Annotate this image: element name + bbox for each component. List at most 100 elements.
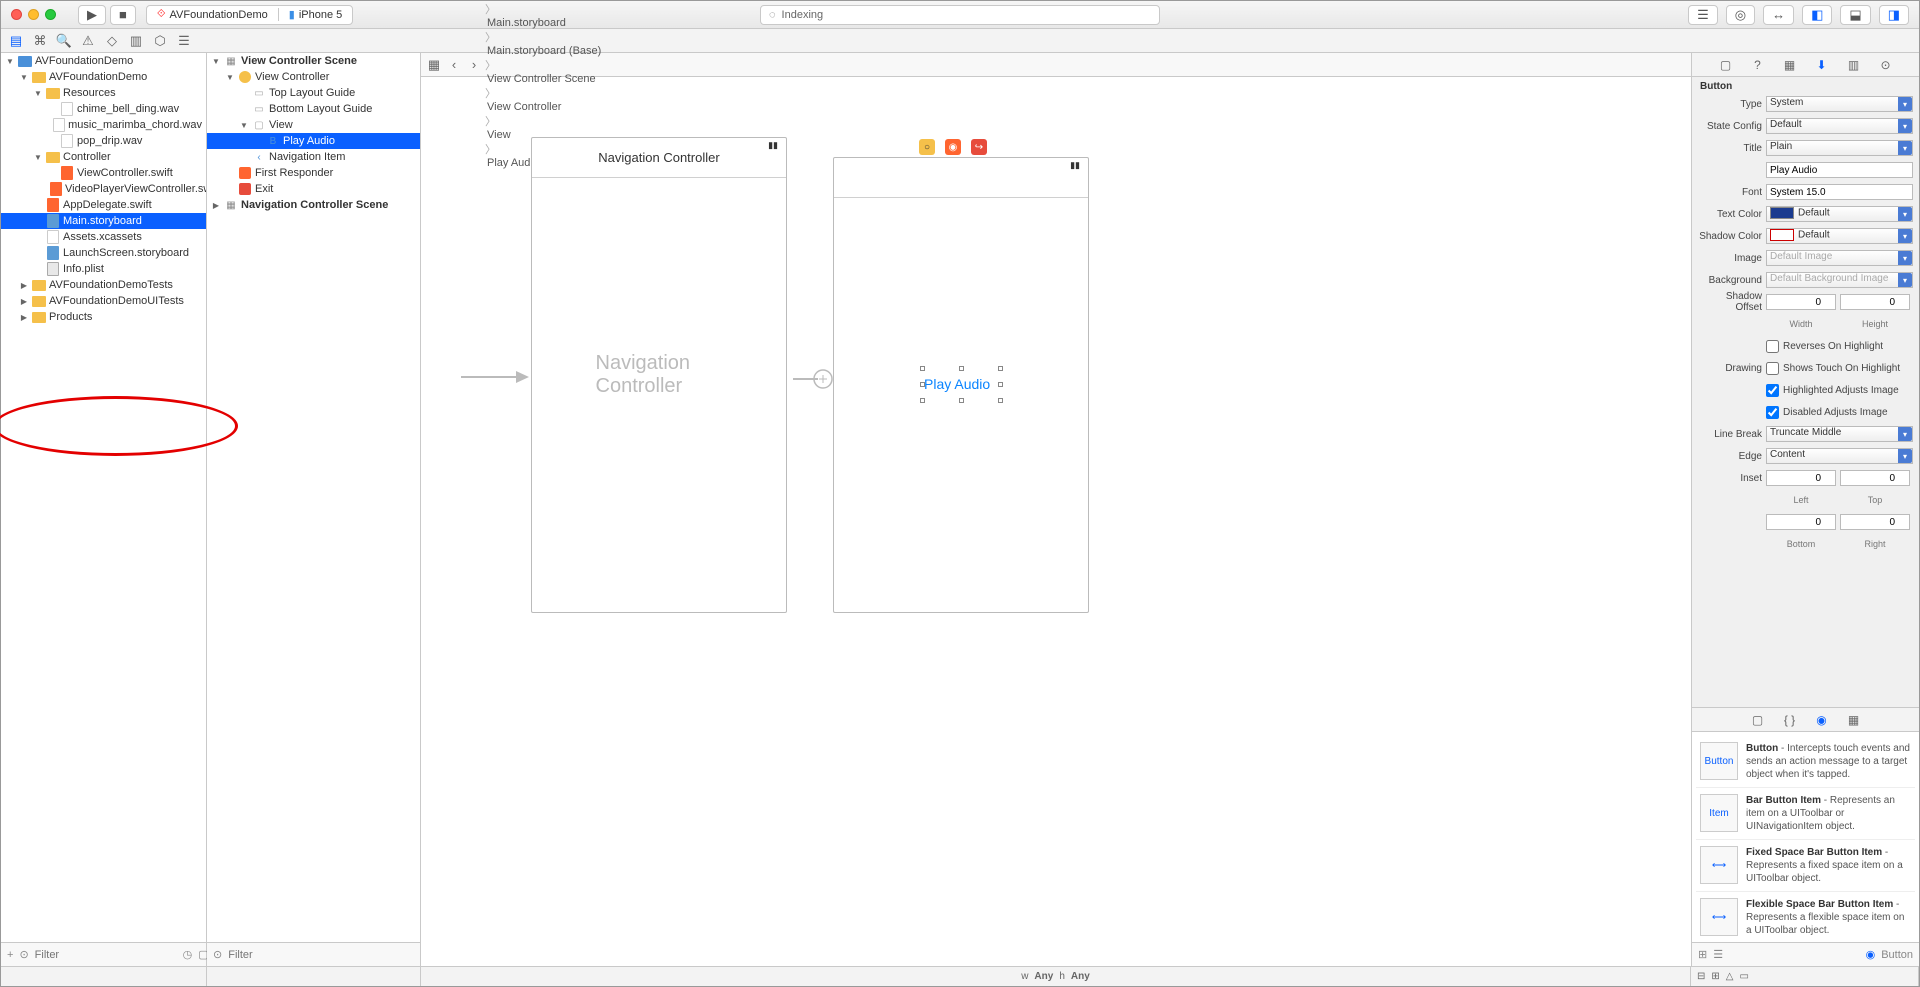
disclosure-icon[interactable]: ▶: [211, 201, 221, 210]
file-inspector-icon[interactable]: ▢: [1717, 56, 1735, 74]
tree-row[interactable]: First Responder: [207, 165, 420, 181]
storyboard-canvas[interactable]: ▮▮ Navigation Controller Navigation Cont…: [421, 77, 1691, 966]
reverses-check[interactable]: [1766, 340, 1779, 353]
test-nav-icon[interactable]: ◇: [103, 32, 121, 50]
editor-standard-button[interactable]: ☰: [1688, 5, 1718, 25]
image-select[interactable]: Default Image: [1766, 250, 1913, 266]
tree-row[interactable]: ▶AVFoundationDemoTests: [1, 277, 206, 293]
tree-row[interactable]: ▭Bottom Layout Guide: [207, 101, 420, 117]
tree-row[interactable]: ▼Resources: [1, 85, 206, 101]
tree-row[interactable]: VideoPlayerViewController.swift: [1, 181, 206, 197]
grid-view-icon[interactable]: ⊞: [1698, 948, 1707, 961]
recent-icon[interactable]: ◷: [183, 948, 193, 961]
shadowcolor-select[interactable]: Default: [1766, 228, 1913, 244]
scheme-selector[interactable]: ⟐AVFoundationDemo ▮iPhone 5: [146, 5, 353, 25]
object-library-icon[interactable]: ◉: [1813, 711, 1831, 729]
media-library-icon[interactable]: ▦: [1845, 711, 1863, 729]
edge-select[interactable]: Content: [1766, 448, 1913, 464]
run-button[interactable]: ▶: [78, 5, 106, 25]
list-view-icon[interactable]: ☰: [1713, 948, 1723, 961]
navigation-controller-scene[interactable]: ▮▮ Navigation Controller Navigation Cont…: [531, 137, 787, 613]
library-item[interactable]: ItemBar Button Item - Represents an item…: [1696, 788, 1915, 840]
view-controller-icon[interactable]: ○: [919, 139, 935, 155]
disclosure-icon[interactable]: ▼: [5, 57, 15, 66]
file-template-icon[interactable]: ▢: [1749, 711, 1767, 729]
inset-bottom-input[interactable]: [1766, 514, 1836, 530]
identity-inspector-icon[interactable]: ▦: [1781, 56, 1799, 74]
stop-button[interactable]: ■: [110, 5, 136, 25]
panel-left-button[interactable]: ◧: [1802, 5, 1832, 25]
selection-handle[interactable]: [998, 398, 1003, 403]
pin-icon[interactable]: ⊞: [1711, 971, 1719, 982]
view-controller-scene[interactable]: ▮▮ Play Audio: [833, 157, 1089, 613]
add-icon[interactable]: +: [7, 949, 13, 961]
linebreak-select[interactable]: Truncate Middle: [1766, 426, 1913, 442]
tree-row[interactable]: ▼AVFoundationDemo: [1, 53, 206, 69]
textcolor-select[interactable]: Default: [1766, 206, 1913, 222]
shadow-height-input[interactable]: [1840, 294, 1910, 310]
tree-row[interactable]: ‹Navigation Item: [207, 149, 420, 165]
inset-left-input[interactable]: [1766, 470, 1836, 486]
tree-row[interactable]: LaunchScreen.storyboard: [1, 245, 206, 261]
symbol-nav-icon[interactable]: ⌘: [31, 32, 49, 50]
size-inspector-icon[interactable]: ▥: [1845, 56, 1863, 74]
panel-bottom-button[interactable]: ⬓: [1840, 5, 1870, 25]
disclosure-icon[interactable]: ▼: [19, 73, 29, 82]
state-select[interactable]: Default: [1766, 118, 1913, 134]
tree-row[interactable]: ▭Top Layout Guide: [207, 85, 420, 101]
library-item[interactable]: ⟷Flexible Space Bar Button Item - Repres…: [1696, 892, 1915, 942]
tree-row[interactable]: ViewController.swift: [1, 165, 206, 181]
resolve-icon[interactable]: △: [1726, 971, 1734, 982]
scene-dock[interactable]: ○ ◉ ↪: [919, 139, 987, 155]
align-icon[interactable]: ⊟: [1697, 971, 1705, 982]
issue-nav-icon[interactable]: ⚠: [79, 32, 97, 50]
jump-bar-segment[interactable]: AVFoundationDemo: [485, 0, 603, 1]
editor-assistant-button[interactable]: ◎: [1726, 5, 1755, 25]
jump-bar-segment[interactable]: Main.storyboard (Base): [485, 45, 603, 57]
title-input[interactable]: [1766, 162, 1913, 178]
shadow-width-input[interactable]: [1766, 294, 1836, 310]
object-library-list[interactable]: ButtonButton - Intercepts touch events a…: [1692, 732, 1919, 942]
panel-right-button[interactable]: ◨: [1879, 5, 1909, 25]
disclosure-icon[interactable]: ▼: [33, 89, 43, 98]
selection-handle[interactable]: [959, 398, 964, 403]
tree-row[interactable]: ▼▢View: [207, 117, 420, 133]
project-nav-icon[interactable]: ▤: [7, 32, 25, 50]
disabled-adjusts-check[interactable]: [1766, 406, 1779, 419]
first-responder-icon[interactable]: ◉: [945, 139, 961, 155]
jump-bar-segment[interactable]: Main.storyboard: [485, 17, 603, 29]
code-snippet-icon[interactable]: { }: [1781, 711, 1799, 729]
debug-nav-icon[interactable]: ▥: [127, 32, 145, 50]
type-select[interactable]: System: [1766, 96, 1913, 112]
tree-row[interactable]: pop_drip.wav: [1, 133, 206, 149]
tree-row[interactable]: Info.plist: [1, 261, 206, 277]
tree-row[interactable]: chime_bell_ding.wav: [1, 101, 206, 117]
selection-handle[interactable]: [959, 366, 964, 371]
selection-handle[interactable]: [920, 366, 925, 371]
tree-row[interactable]: AppDelegate.swift: [1, 197, 206, 213]
disclosure-icon[interactable]: ▼: [225, 73, 235, 82]
tree-row[interactable]: ▶Products: [1, 309, 206, 325]
tree-row[interactable]: ▼AVFoundationDemo: [1, 69, 206, 85]
selection-handle[interactable]: [998, 382, 1003, 387]
tree-row[interactable]: Assets.xcassets: [1, 229, 206, 245]
minimize-window-icon[interactable]: [28, 9, 39, 20]
find-nav-icon[interactable]: 🔍: [55, 32, 73, 50]
close-window-icon[interactable]: [11, 9, 22, 20]
tree-row[interactable]: Exit: [207, 181, 420, 197]
tree-row[interactable]: ▼Controller: [1, 149, 206, 165]
library-item[interactable]: ⟷Fixed Space Bar Button Item - Represent…: [1696, 840, 1915, 892]
quick-help-icon[interactable]: ?: [1749, 56, 1767, 74]
forward-icon[interactable]: ›: [465, 56, 483, 74]
highlighted-adjusts-check[interactable]: [1766, 384, 1779, 397]
font-field[interactable]: [1766, 184, 1913, 200]
tree-row[interactable]: ▶▦Navigation Controller Scene: [207, 197, 420, 213]
editor-version-button[interactable]: ↔: [1763, 5, 1794, 25]
inset-right-input[interactable]: [1840, 514, 1910, 530]
project-tree[interactable]: ▼AVFoundationDemo▼AVFoundationDemo▼Resou…: [1, 53, 206, 942]
report-nav-icon[interactable]: ☰: [175, 32, 193, 50]
attributes-inspector-icon[interactable]: ⬇: [1813, 56, 1831, 74]
jump-bar[interactable]: ▦ ‹ › AVFoundationDemo 〉AVFoundationDemo…: [421, 53, 1691, 77]
selection-handle[interactable]: [920, 382, 925, 387]
selection-handle[interactable]: [998, 366, 1003, 371]
